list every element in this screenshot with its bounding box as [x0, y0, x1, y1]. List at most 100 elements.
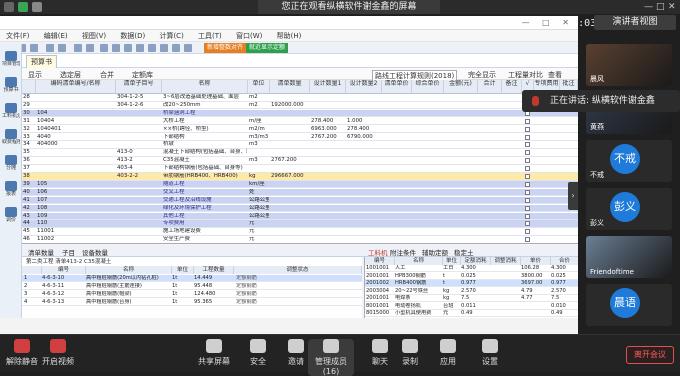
- grid-tool[interactable]: 合并: [100, 70, 114, 80]
- table-row[interactable]: 45 11001 施工场地建设费 元: [22, 228, 578, 236]
- column-header[interactable]: 综合单价: [412, 80, 444, 94]
- column-header[interactable]: 调整状态: [234, 266, 362, 274]
- row-checkbox[interactable]: [525, 166, 530, 172]
- view-mode-button[interactable]: 演讲者视图: [594, 15, 676, 30]
- quota-row[interactable]: 2 4-6-3-11 高中粗桩钢筋(主筋连接) 1t 95.448 定额钢筋: [22, 283, 362, 290]
- table-row[interactable]: 28 304-1-2-5 3~6层改造基础处理基础、面层 m2: [22, 94, 578, 102]
- column-header[interactable]: 单价: [521, 257, 551, 265]
- tool-icon[interactable]: [112, 44, 120, 52]
- grid-tool[interactable]: 查看: [548, 70, 562, 80]
- maximize-icon[interactable]: □: [656, 2, 666, 12]
- tool-icon[interactable]: [184, 44, 192, 52]
- tool-icon[interactable]: [124, 44, 132, 52]
- table-row[interactable]: 46 11002 安全生产费 元: [22, 236, 578, 243]
- row-checkbox[interactable]: [525, 189, 530, 195]
- menu-item[interactable]: 工具(T): [198, 32, 222, 40]
- redo-icon[interactable]: [58, 44, 66, 52]
- participant-tile[interactable]: Friendoftime: [586, 236, 672, 278]
- bottom-tab[interactable]: 子目: [62, 247, 75, 257]
- column-header[interactable]: 清单单价: [382, 80, 412, 94]
- signal-icon[interactable]: [32, 2, 42, 12]
- toolbar-badge[interactable]: 就近显示定额: [246, 43, 289, 53]
- sidebar-item-report[interactable]: 报表: [2, 180, 20, 202]
- toolbar-badge[interactable]: 新增整数对齐: [204, 43, 247, 53]
- bottom-tab[interactable]: 工料机: [368, 247, 388, 257]
- leave-meeting-button[interactable]: 离开会议: [626, 346, 674, 364]
- window-controls[interactable]: — □ ✕: [522, 16, 574, 30]
- tool-icon[interactable]: [172, 44, 180, 52]
- control-record[interactable]: 录制: [392, 339, 428, 367]
- sidebar-item-adjust[interactable]: 调价: [2, 206, 20, 228]
- table-row[interactable]: 31 10404 大桥工程 m/座 278.400 1.000: [22, 118, 578, 126]
- resource-row[interactable]: 2003004 20~22号铁丝 kg 2.570 4.79 2.570: [365, 288, 578, 295]
- table-row[interactable]: 34 404000 桥墩 m3: [22, 141, 578, 149]
- resource-row[interactable]: 2001002 HRB400钢筋 t 0.977 3697.00 0.977: [365, 280, 578, 287]
- row-checkbox[interactable]: [525, 197, 530, 203]
- control-members[interactable]: 管理成员(16): [308, 339, 354, 376]
- close-icon[interactable]: ✕: [668, 2, 678, 12]
- row-checkbox[interactable]: [525, 221, 530, 227]
- column-header[interactable]: 名称: [395, 257, 443, 265]
- tool-icon[interactable]: [160, 44, 168, 52]
- menu-item[interactable]: 窗口(W): [236, 32, 262, 40]
- print-icon[interactable]: [86, 44, 94, 52]
- tool-icon[interactable]: [148, 44, 156, 52]
- row-checkbox[interactable]: [525, 134, 530, 140]
- sidebar-item-budget[interactable]: 预算书: [2, 76, 20, 98]
- column-header[interactable]: 合价: [551, 257, 578, 265]
- participant-tile[interactable]: 晨语: [586, 284, 672, 326]
- save-icon[interactable]: [30, 44, 38, 52]
- table-row[interactable]: 42 108 绿化及环境保护工程 公路公里: [22, 204, 578, 213]
- column-header[interactable]: 清单子目号: [116, 80, 162, 94]
- column-header[interactable]: 合计: [478, 80, 502, 94]
- table-row[interactable]: 33 4040 下部结构 m3/m3 2767.200 6790.000: [22, 134, 578, 142]
- row-checkbox[interactable]: [525, 142, 530, 148]
- quota-row[interactable]: 3 4-6-3-12 高中粗桩钢筋(帽梁) 1t 124.480 定额钢筋: [22, 291, 362, 298]
- tab-active[interactable]: 预算书: [26, 55, 57, 69]
- column-header[interactable]: 金额(元): [444, 80, 478, 94]
- tool-icon[interactable]: [100, 44, 108, 52]
- table-row[interactable]: 43 109 其他工程 公路公里: [22, 212, 578, 221]
- resource-row[interactable]: 1001001 人工 工日 4.300 106.28 4.300: [365, 265, 578, 272]
- sidebar-item-resources[interactable]: 工料机汇总: [2, 102, 20, 124]
- tool-icon[interactable]: [136, 44, 144, 52]
- shield-icon[interactable]: [18, 2, 28, 12]
- row-checkbox[interactable]: [525, 213, 530, 219]
- grid-tool[interactable]: 工程量对比: [508, 70, 543, 80]
- row-checkbox[interactable]: [525, 174, 530, 179]
- minimize-icon[interactable]: —: [644, 2, 654, 12]
- control-shield[interactable]: 安全: [240, 339, 276, 367]
- column-header[interactable]: 编号: [365, 257, 395, 265]
- column-header[interactable]: 单位: [172, 266, 194, 274]
- grid-tool[interactable]: 显示: [28, 70, 42, 80]
- control-mic-muted[interactable]: 解除静音: [4, 339, 40, 367]
- column-header[interactable]: 名称: [162, 80, 248, 94]
- sidebar-item-fees[interactable]: 取费程序: [2, 128, 20, 150]
- table-row[interactable]: 37 403-4 下部结构钢筋(包括基础、台身等): [22, 165, 578, 173]
- column-header[interactable]: 调整消耗: [491, 257, 521, 265]
- column-header[interactable]: 备注: [502, 80, 522, 94]
- table-row[interactable]: 29 304-1-2-6 改20~250mm m2 192000.000: [22, 102, 578, 110]
- column-header[interactable]: 清单数量: [270, 80, 310, 94]
- bottom-tab[interactable]: 稳定土: [454, 247, 474, 257]
- table-row[interactable]: 44 110 专项费用 元: [22, 220, 578, 228]
- table-row[interactable]: 36 413-2 C35混凝土 m3 2767.200: [22, 157, 578, 165]
- table-row[interactable]: 35 413-0 混凝土下部结构(包括基础、台身、墩身、帽梁等): [22, 149, 578, 157]
- table-row[interactable]: 32 1040401 ××桥(跨径、桥型) m2/m 6963.000 278.400: [22, 126, 578, 134]
- table-row[interactable]: 38 403-2-2 带肋钢筋(HRB400、HRB400) kg 296667.000: [22, 173, 578, 181]
- menu-item[interactable]: 编辑(E): [44, 32, 68, 40]
- undo-icon[interactable]: [46, 44, 54, 52]
- table-row[interactable]: 41 107 交通工程及沿线设施 公路公里: [22, 196, 578, 205]
- column-header[interactable]: 编码清单编号/名称: [36, 80, 116, 94]
- column-header[interactable]: 工程数量: [194, 266, 234, 274]
- row-checkbox[interactable]: [525, 205, 530, 211]
- grid-tool[interactable]: 选定层: [60, 70, 81, 80]
- column-header[interactable]: 单位: [443, 257, 461, 265]
- participant-tile[interactable]: 晨风: [586, 44, 672, 86]
- row-checkbox[interactable]: [525, 237, 530, 243]
- participant-tile[interactable]: 不戒 不戒: [586, 140, 672, 182]
- column-header[interactable]: 名称: [86, 266, 172, 274]
- bottom-tab[interactable]: 清单数量: [28, 247, 54, 257]
- table-row[interactable]: 39 105 隧道工程 km/座: [22, 180, 578, 189]
- row-checkbox[interactable]: [525, 126, 530, 132]
